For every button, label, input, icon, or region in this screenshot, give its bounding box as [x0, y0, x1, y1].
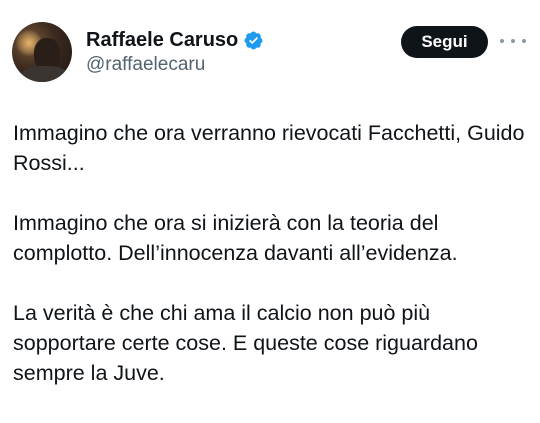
- tweet-card: Raffaele Caruso @raffaelecaru Segui Imma…: [0, 0, 540, 423]
- more-dot: [522, 39, 526, 43]
- verified-badge-icon[interactable]: [243, 30, 264, 51]
- author-name-row: Raffaele Caruso: [86, 27, 264, 53]
- tweet-paragraph-3: La verità è che chi ama il calcio non pu…: [13, 301, 478, 385]
- follow-button[interactable]: Segui: [401, 26, 488, 58]
- author-display-name[interactable]: Raffaele Caruso: [86, 29, 238, 52]
- more-options-icon[interactable]: [500, 30, 526, 52]
- avatar[interactable]: [12, 22, 72, 82]
- tweet-paragraph-2: Immagino che ora si inizierà con la teor…: [13, 211, 458, 265]
- more-dot: [511, 39, 515, 43]
- more-dot: [500, 39, 504, 43]
- avatar-shoulders: [20, 66, 70, 82]
- author-handle[interactable]: @raffaelecaru: [86, 54, 205, 76]
- tweet-text: Immagino che ora verranno rievocati Facc…: [13, 118, 528, 388]
- tweet-paragraph-1: Immagino che ora verranno rievocati Facc…: [13, 121, 525, 175]
